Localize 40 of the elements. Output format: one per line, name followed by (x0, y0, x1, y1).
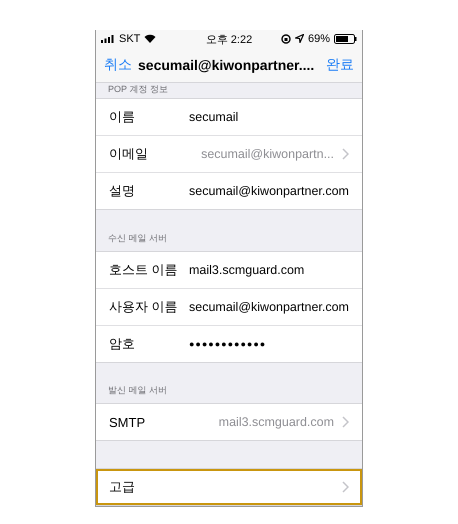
row-value: secumail@kiwonpartner.com (189, 184, 349, 198)
row-value: mail3.scmguard.com (189, 262, 306, 277)
settings-row[interactable]: 사용자 이름 secumail@kiwonpartner.com (96, 288, 362, 325)
carrier-name: SKT (119, 32, 140, 44)
settings-row[interactable]: SMTP mail3.scmguard.com (96, 404, 362, 440)
battery-percent: 69% (308, 32, 330, 44)
settings-row[interactable]: 암호 ●●●●●●●●●●●● (96, 324, 362, 362)
password-value: ●●●●●●●●●●●● (189, 338, 268, 349)
settings-row[interactable]: 이메일 secumail@kiwonpartn... (96, 135, 362, 172)
row-value: secumail@kiwonpartn... (200, 147, 334, 162)
chevron-icon (342, 481, 349, 493)
section-header: POP 계정 정보 (108, 83, 168, 96)
signal-icon (101, 34, 115, 42)
row-value: secumail@kiwonpartner.com (189, 300, 349, 314)
row-value: mail3.scmguard.com (218, 415, 334, 430)
section-header: 발신 메일 서버 (108, 384, 168, 398)
chevron-icon (342, 416, 349, 428)
lock-rotation-icon (280, 34, 291, 44)
row-value: secumail (189, 110, 240, 124)
settings-row[interactable]: 이름 secumail (96, 99, 362, 136)
wifi-icon (144, 34, 156, 43)
row-label: 암호 (109, 334, 136, 353)
row-label: 이름 (109, 108, 136, 126)
row-label: SMTP (109, 414, 146, 430)
row-label: 호스트 이름 (109, 260, 179, 279)
settings-row[interactable]: 고급 (96, 469, 362, 505)
nav-title: secumail@kiwonpartner.... (138, 56, 316, 73)
battery-icon (334, 34, 357, 44)
settings-row[interactable]: 호스트 이름 mail3.scmguard.com (96, 252, 362, 288)
row-label: 사용자 이름 (109, 298, 179, 316)
chevron-icon (342, 148, 349, 160)
settings-row[interactable]: 설명 secumail@kiwonpartner.com (96, 172, 362, 210)
row-label: 고급 (109, 478, 136, 496)
status-time: 오후 2:22 (206, 34, 252, 46)
done-button[interactable]: 완료 (326, 56, 354, 74)
section-header: 수신 메일 서버 (108, 232, 168, 245)
row-label: 설명 (109, 182, 136, 200)
row-label: 이메일 (109, 145, 149, 164)
location-icon (294, 34, 304, 43)
cancel-button[interactable]: 취소 (104, 56, 132, 74)
